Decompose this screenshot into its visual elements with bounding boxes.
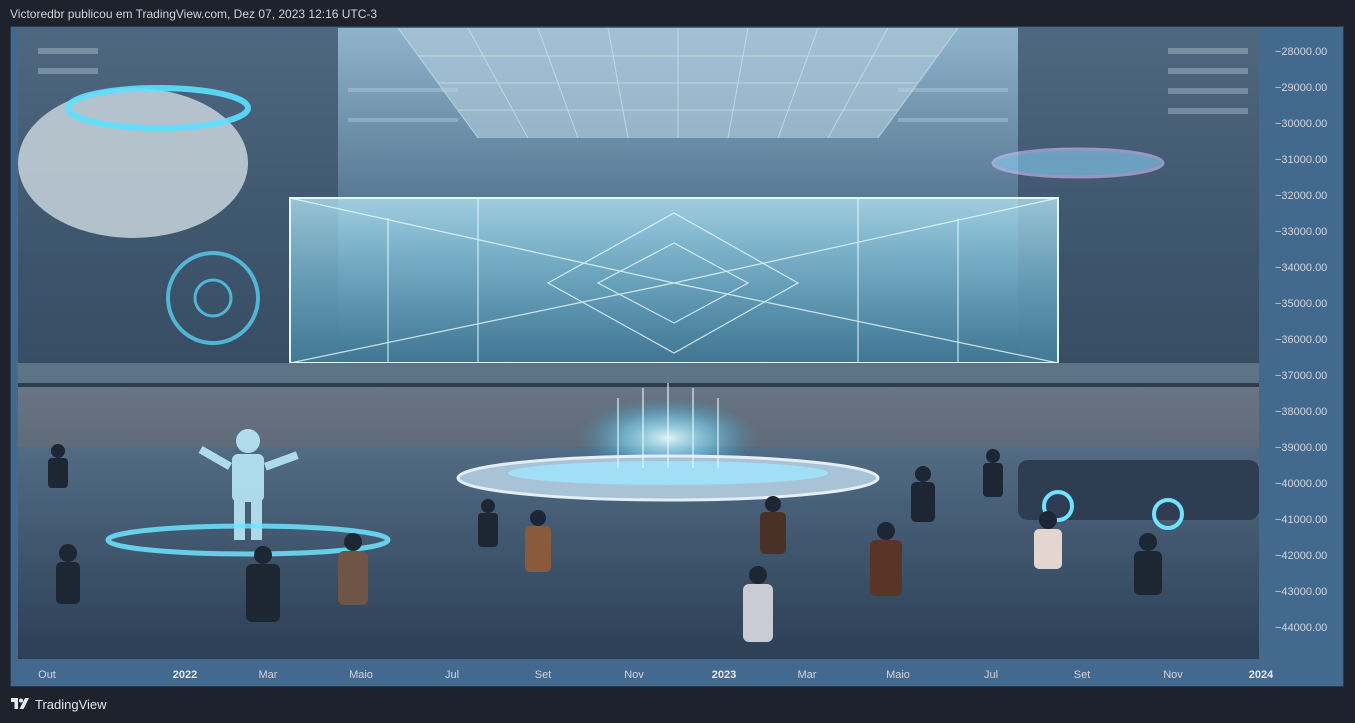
price-label: −41000.00 bbox=[1275, 514, 1328, 526]
futuristic-plaza-illustration bbox=[18, 28, 1259, 659]
publish-caption: Victoredbr publicou em TradingView.com, … bbox=[10, 7, 378, 21]
chart-area[interactable]: −28000.00 −29000.00 −30000.00 −31000.00 … bbox=[10, 26, 1344, 687]
price-label: −35000.00 bbox=[1275, 298, 1328, 310]
time-label: Maio bbox=[349, 669, 373, 681]
time-label-year: 2022 bbox=[172, 669, 198, 681]
time-label: Jul bbox=[444, 669, 460, 681]
brand-name: TradingView bbox=[35, 697, 107, 712]
price-label: −37000.00 bbox=[1275, 370, 1328, 382]
price-label: −33000.00 bbox=[1275, 226, 1328, 238]
time-label: Mar bbox=[797, 669, 817, 681]
time-label: Out bbox=[38, 669, 56, 681]
time-label-year: 2024 bbox=[1248, 669, 1274, 681]
time-label: Maio bbox=[886, 669, 910, 681]
price-label: −40000.00 bbox=[1275, 478, 1328, 490]
time-label: Jul bbox=[983, 669, 999, 681]
price-label: −31000.00 bbox=[1275, 154, 1328, 166]
time-label: Set bbox=[534, 669, 552, 681]
price-label: −39000.00 bbox=[1275, 442, 1328, 454]
price-label: −30000.00 bbox=[1275, 118, 1328, 130]
time-label: Set bbox=[1073, 669, 1091, 681]
price-label: −28000.00 bbox=[1275, 46, 1328, 58]
chart-picture bbox=[18, 28, 1259, 659]
time-label: Nov bbox=[1163, 669, 1183, 681]
time-label: Nov bbox=[624, 669, 644, 681]
price-label: −44000.00 bbox=[1275, 622, 1328, 634]
time-axis[interactable]: Out 2022 Mar Maio Jul Set Nov 2023 Mar M… bbox=[11, 663, 1273, 687]
price-label: −42000.00 bbox=[1275, 550, 1328, 562]
price-label: −29000.00 bbox=[1275, 82, 1328, 94]
price-label: −34000.00 bbox=[1275, 262, 1328, 274]
tradingview-logo-icon bbox=[11, 697, 29, 709]
price-label: −32000.00 bbox=[1275, 190, 1328, 202]
price-label: −43000.00 bbox=[1275, 586, 1328, 598]
time-label: Mar bbox=[258, 669, 278, 681]
price-label: −38000.00 bbox=[1275, 406, 1328, 418]
time-label-year: 2023 bbox=[711, 669, 737, 681]
price-label: −36000.00 bbox=[1275, 334, 1328, 346]
tradingview-footer[interactable]: TradingView bbox=[10, 697, 107, 712]
price-axis[interactable]: −28000.00 −29000.00 −30000.00 −31000.00 … bbox=[1261, 27, 1345, 663]
